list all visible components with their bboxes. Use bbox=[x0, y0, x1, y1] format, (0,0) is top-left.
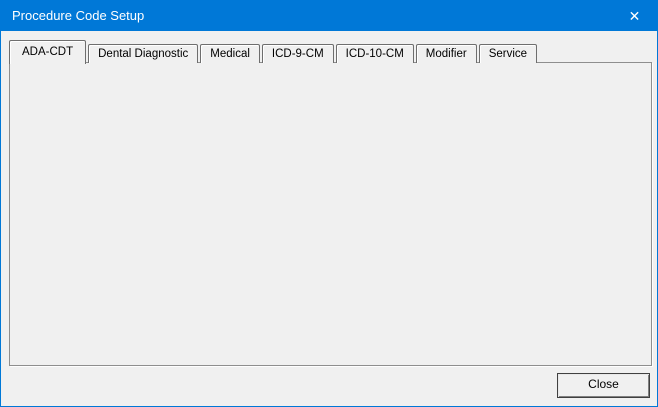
tab-modifier[interactable]: Modifier bbox=[416, 44, 477, 63]
tab-medical[interactable]: Medical bbox=[200, 44, 260, 63]
tab-dental-diagnostic[interactable]: Dental Diagnostic bbox=[88, 44, 198, 63]
tab-panel bbox=[9, 62, 652, 366]
close-button[interactable]: Close bbox=[557, 373, 650, 398]
procedure-code-setup-dialog: Procedure Code Setup ✕ ADA-CDT Dental Di… bbox=[0, 0, 658, 407]
tab-service[interactable]: Service bbox=[479, 44, 537, 63]
tab-icd-10-cm[interactable]: ICD-10-CM bbox=[336, 44, 414, 63]
title-bar: Procedure Code Setup ✕ bbox=[1, 1, 657, 31]
window-title: Procedure Code Setup bbox=[12, 1, 144, 31]
tab-strip: ADA-CDT Dental Diagnostic Medical ICD-9-… bbox=[9, 39, 539, 63]
tab-ada-cdt[interactable]: ADA-CDT bbox=[9, 40, 86, 64]
close-icon[interactable]: ✕ bbox=[612, 1, 657, 31]
tab-icd-9-cm[interactable]: ICD-9-CM bbox=[262, 44, 334, 63]
